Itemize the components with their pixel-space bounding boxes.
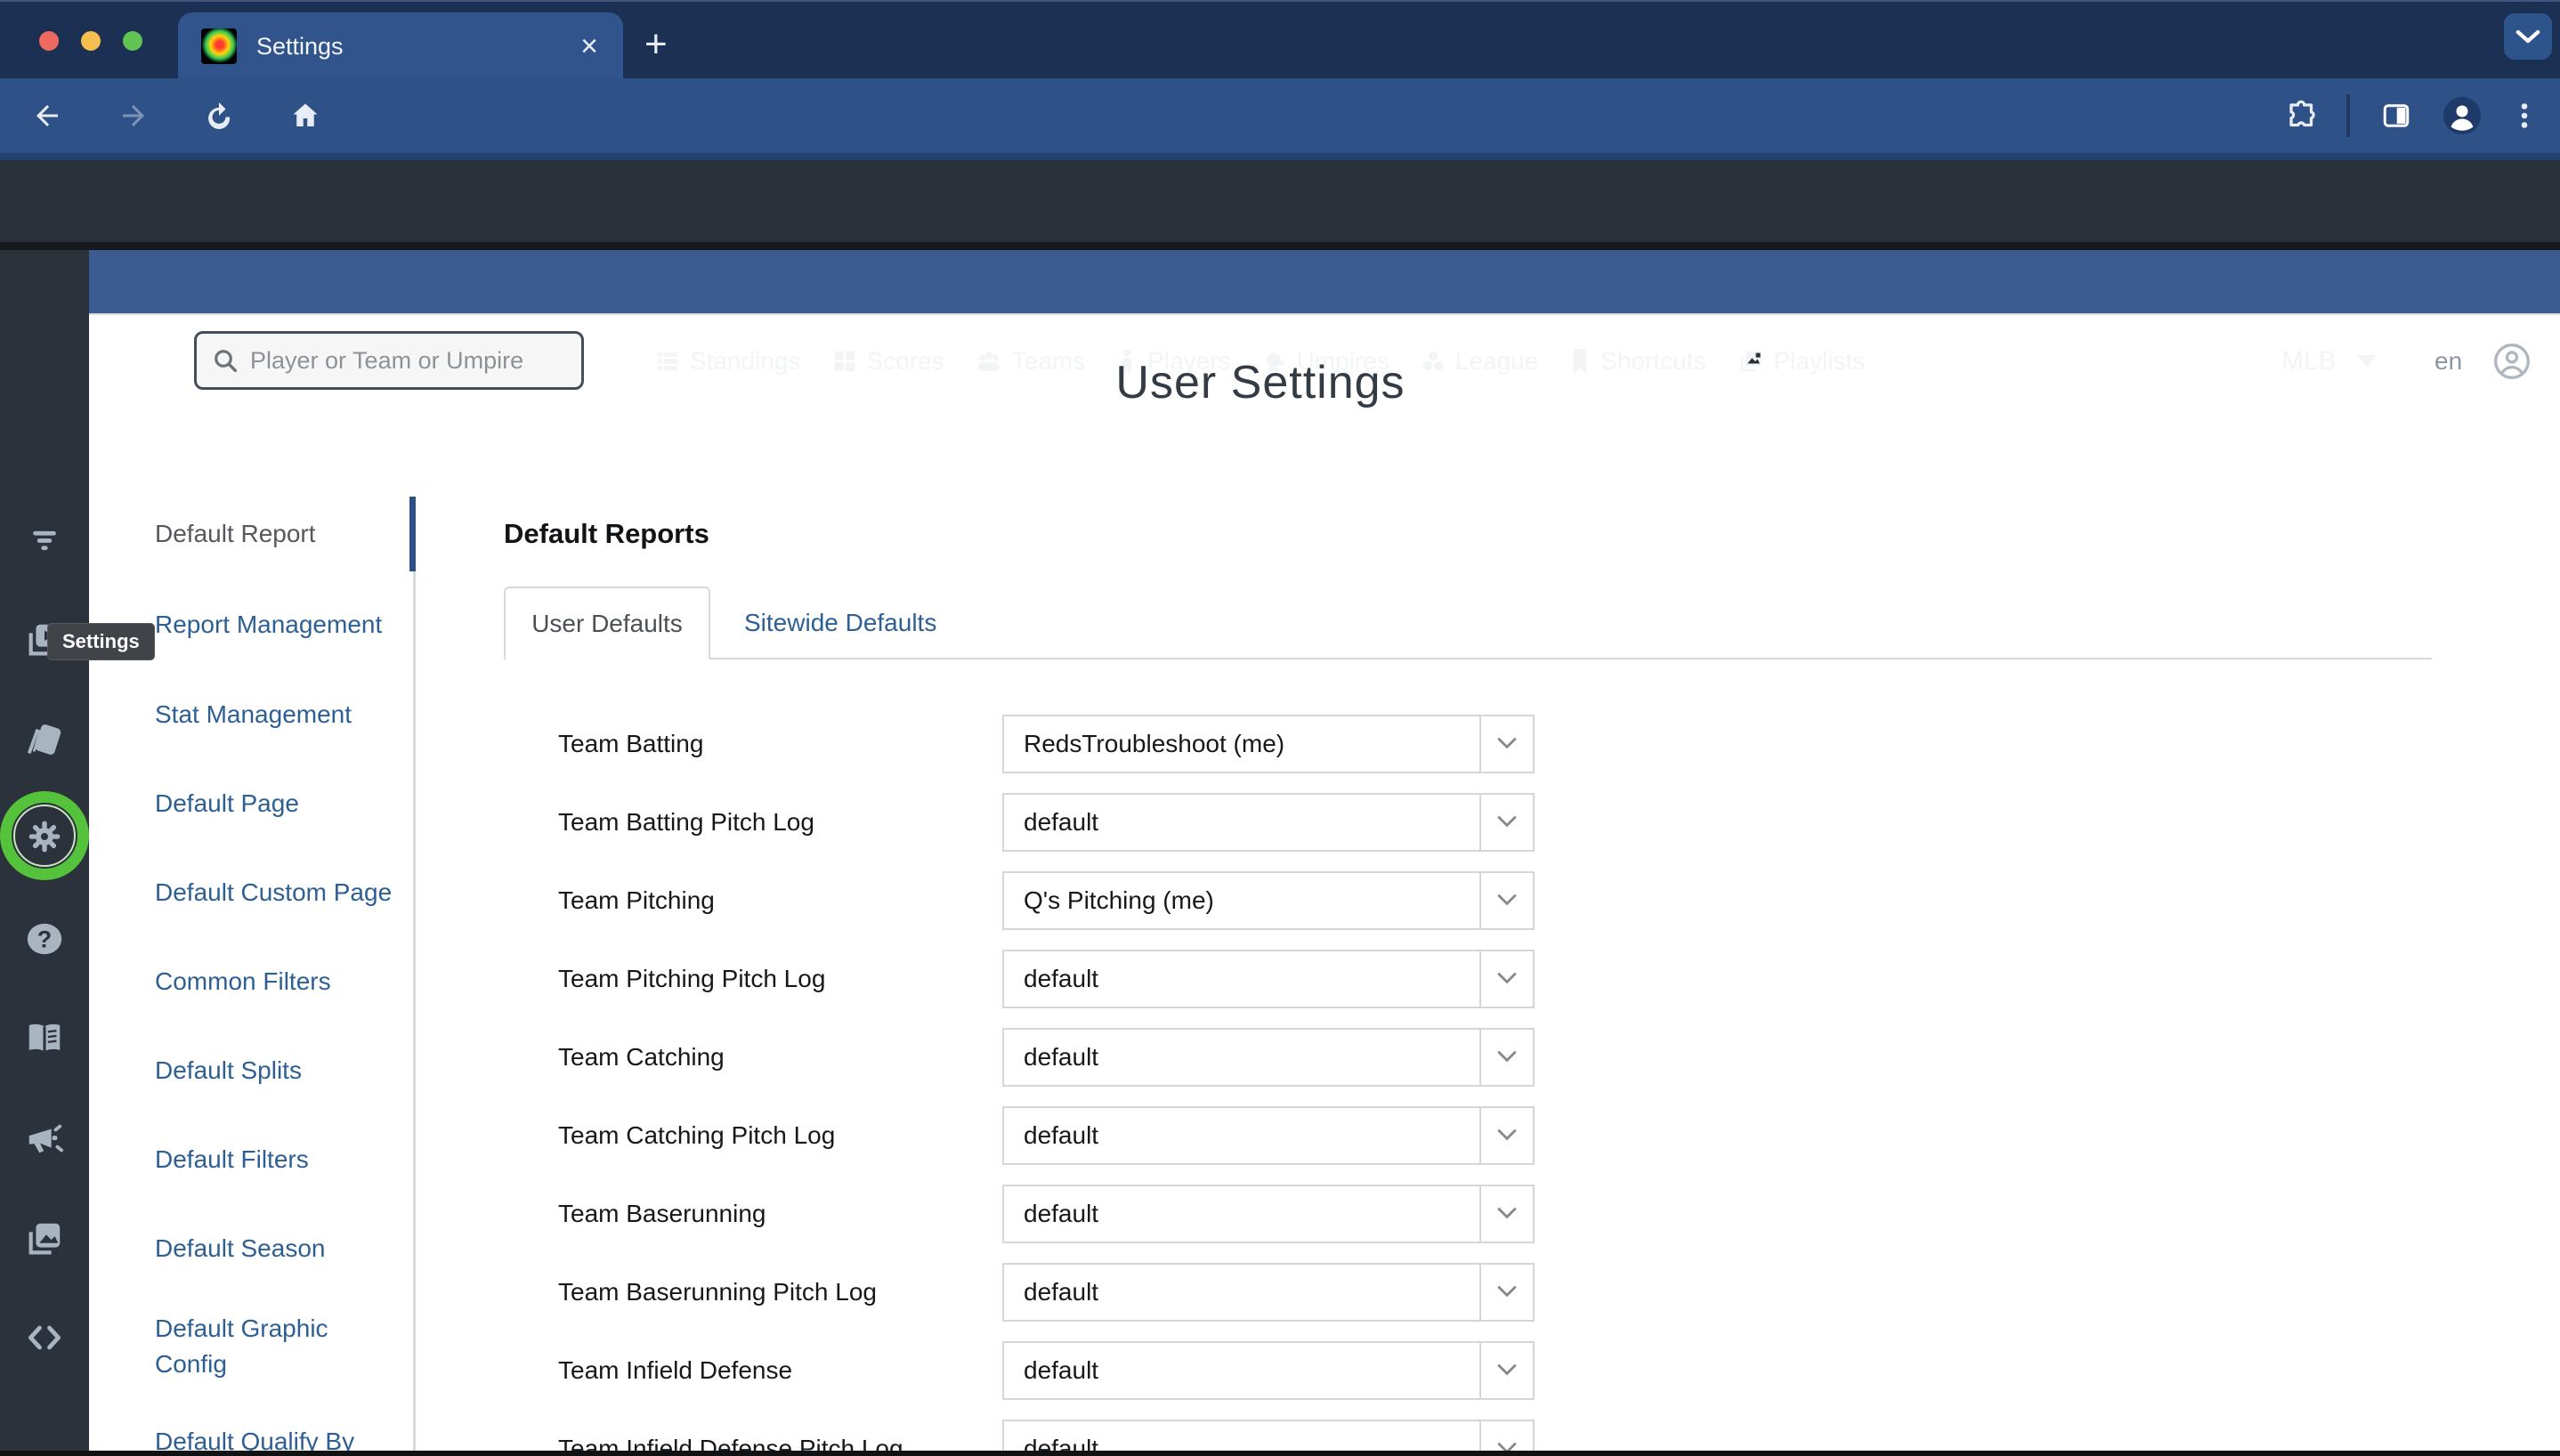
chevron-down-icon bbox=[1495, 893, 1519, 907]
team-batting-pitch-log-select[interactable]: default bbox=[1002, 793, 1535, 852]
chevron-down-icon bbox=[1495, 1284, 1519, 1298]
select-value: Q's Pitching (me) bbox=[1024, 873, 1214, 928]
page-header-band bbox=[89, 250, 2560, 315]
code-icon[interactable] bbox=[0, 1318, 89, 1357]
site-favicon bbox=[201, 28, 237, 64]
settings-menu-item-default-page[interactable]: Default Page bbox=[155, 786, 397, 821]
select-value: default bbox=[1024, 1108, 1098, 1163]
window-minimize-button[interactable] bbox=[81, 31, 101, 51]
team-baserunning-select[interactable]: default bbox=[1002, 1185, 1535, 1243]
chevron-down-icon bbox=[1495, 736, 1519, 750]
tab-search-button[interactable] bbox=[2504, 13, 2552, 60]
settings-menu-item-stat-management[interactable]: Stat Management bbox=[155, 697, 397, 732]
field-label: Team Catching bbox=[558, 1028, 985, 1087]
toolbar-divider bbox=[2346, 94, 2350, 137]
select-value: RedsTroubleshoot (me) bbox=[1024, 716, 1284, 772]
field-label: Team Catching Pitch Log bbox=[558, 1106, 985, 1165]
profile-avatar[interactable] bbox=[2435, 78, 2489, 153]
browser-menu-icon[interactable] bbox=[2498, 78, 2551, 153]
back-button[interactable] bbox=[20, 78, 74, 153]
side-panel-icon[interactable] bbox=[2370, 78, 2423, 153]
window-close-button[interactable] bbox=[39, 31, 59, 51]
chevron-down-icon bbox=[1495, 1206, 1519, 1220]
browser-toolbar: mlbdemo.trumedianetworks.com/baseball/se… bbox=[0, 78, 2560, 153]
field-label: Team Batting Pitch Log bbox=[558, 793, 985, 852]
team-pitching-pitch-log-select[interactable]: default bbox=[1002, 950, 1535, 1008]
book-icon[interactable] bbox=[0, 1018, 89, 1059]
section-title: Default Reports bbox=[504, 518, 709, 550]
field-label: Team Pitching bbox=[558, 871, 985, 930]
language-label[interactable]: en bbox=[2434, 320, 2462, 402]
settings-menu-active-indicator bbox=[409, 497, 416, 571]
megaphone-icon[interactable] bbox=[0, 1119, 89, 1160]
settings-menu-item-default-filters[interactable]: Default Filters bbox=[155, 1142, 397, 1177]
cards-icon[interactable] bbox=[0, 719, 89, 760]
team-catching-select[interactable]: default bbox=[1002, 1028, 1535, 1087]
team-infield-defense-select[interactable]: default bbox=[1002, 1341, 1535, 1400]
select-value: default bbox=[1024, 1186, 1098, 1242]
window-bottom-edge bbox=[0, 1451, 2560, 1456]
chevron-down-icon bbox=[1495, 814, 1519, 829]
field-label: Team Baserunning Pitch Log bbox=[558, 1263, 985, 1322]
select-value: default bbox=[1024, 951, 1098, 1007]
account-icon[interactable] bbox=[2492, 342, 2532, 381]
svg-text:?: ? bbox=[37, 926, 52, 953]
tab-title: Settings bbox=[256, 33, 580, 61]
settings-menu-item-common-filters[interactable]: Common Filters bbox=[155, 964, 397, 999]
extensions-icon[interactable] bbox=[2275, 78, 2329, 153]
images-icon[interactable] bbox=[0, 1218, 89, 1259]
window-zoom-button[interactable] bbox=[123, 31, 142, 51]
help-icon[interactable]: ? bbox=[0, 918, 89, 959]
language-value: en bbox=[2434, 347, 2462, 376]
team-batting-select[interactable]: RedsTroubleshoot (me) bbox=[1002, 715, 1535, 773]
settings-menu-item-report-management[interactable]: Report Management bbox=[155, 607, 397, 643]
chrome-bottom-edge bbox=[0, 153, 2560, 160]
gear-icon[interactable] bbox=[0, 816, 89, 857]
settings-menu-item-default-graphic-config[interactable]: Default Graphic Config bbox=[155, 1311, 397, 1382]
chevron-down-icon bbox=[1495, 1363, 1519, 1377]
filter-icon[interactable] bbox=[0, 520, 89, 559]
tab-sitewide-defaults[interactable]: Sitewide Defaults bbox=[712, 586, 936, 659]
field-label: Team Infield Defense bbox=[558, 1341, 985, 1400]
new-tab-button[interactable]: + bbox=[644, 25, 668, 64]
chevron-down-icon bbox=[1495, 1049, 1519, 1064]
select-value: default bbox=[1024, 1265, 1098, 1320]
browser-tabstrip: Settings × + bbox=[0, 0, 2560, 80]
select-value: default bbox=[1024, 795, 1098, 850]
forward-button[interactable] bbox=[107, 78, 160, 153]
page-title: User Settings bbox=[89, 356, 2432, 409]
browser-tab[interactable]: Settings × bbox=[178, 12, 623, 80]
team-pitching-select[interactable]: Q's Pitching (me) bbox=[1002, 871, 1535, 930]
settings-menu-divider bbox=[413, 497, 416, 1456]
settings-menu-item-default-splits[interactable]: Default Splits bbox=[155, 1053, 397, 1088]
select-value: default bbox=[1024, 1030, 1098, 1085]
app-sidebar: ? bbox=[0, 250, 89, 1451]
settings-menu-item-default-season[interactable]: Default Season bbox=[155, 1231, 397, 1266]
select-value: default bbox=[1024, 1343, 1098, 1398]
team-baserunning-pitch-log-select[interactable]: default bbox=[1002, 1263, 1535, 1322]
field-label: Team Pitching Pitch Log bbox=[558, 950, 985, 1008]
settings-menu-item-default-custom-page[interactable]: Default Custom Page bbox=[155, 875, 397, 910]
app-navbar: TRUMEDIA Standings Scores Teams bbox=[0, 160, 2560, 250]
settings-menu-item-default-report[interactable]: Default Report bbox=[155, 516, 397, 552]
field-label: Team Baserunning bbox=[558, 1185, 985, 1243]
chevron-down-icon bbox=[1495, 971, 1519, 985]
screen: Settings × + bbox=[0, 0, 2560, 1456]
home-button[interactable] bbox=[279, 78, 332, 153]
tab-close-icon[interactable]: × bbox=[580, 31, 598, 61]
team-catching-pitch-log-select[interactable]: default bbox=[1002, 1106, 1535, 1165]
chevron-down-icon bbox=[2515, 28, 2541, 45]
settings-tooltip: Settings bbox=[47, 623, 155, 660]
chevron-down-icon bbox=[1495, 1128, 1519, 1142]
reload-button[interactable] bbox=[192, 78, 246, 153]
tab-user-defaults[interactable]: User Defaults bbox=[504, 586, 710, 659]
field-label: Team Batting bbox=[558, 715, 985, 773]
